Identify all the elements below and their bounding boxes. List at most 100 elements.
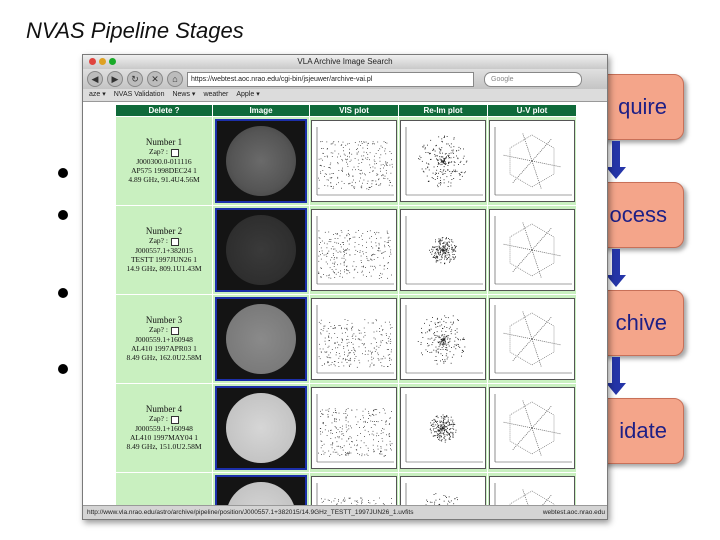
uv-plot-cell	[487, 472, 577, 506]
zap-row: Zap? :	[116, 325, 212, 335]
vis-plot[interactable]	[311, 120, 397, 202]
uv-plot-svg	[494, 127, 572, 196]
column-header: U-V plot	[487, 104, 577, 117]
uv-plot[interactable]	[489, 387, 575, 469]
zap-label: Zap? :	[149, 414, 168, 424]
reim-plot[interactable]	[400, 120, 486, 202]
observation: AL410 1997APR03 1	[131, 343, 197, 353]
uv-plot[interactable]	[489, 476, 575, 506]
search-box[interactable]: Google	[484, 71, 582, 87]
reim-plot-svg	[405, 216, 483, 285]
close-window-button[interactable]	[89, 58, 96, 65]
delete-cell: Number 1 Zap? : J000300.0-011116 AP575 1998…	[115, 116, 213, 206]
reim-plot[interactable]	[400, 298, 486, 380]
url-bar[interactable]: https://webtest.aoc.nrao.edu/cgi-bin/jsj…	[187, 71, 474, 87]
row-number: Number 3	[145, 315, 183, 326]
column-header: Image	[212, 104, 310, 117]
row-metadata: Number 2 Zap? : J000557.1+382015 TESTT 1997…	[116, 227, 212, 273]
zap-label: Zap? :	[149, 147, 168, 157]
uv-plot-svg	[494, 305, 572, 374]
zap-checkbox[interactable]	[170, 237, 179, 246]
reim-plot[interactable]	[400, 387, 486, 469]
delete-cell: Number 2 Zap? : J000557.1+382015 TESTT 1997…	[115, 205, 213, 295]
page-content: Delete ? Image VIS plot Re-Im plot U-V p…	[83, 102, 607, 506]
observation: AP575 1998DEC24 1	[131, 165, 197, 175]
minimize-window-button[interactable]	[99, 58, 106, 65]
stage-label: quire	[618, 94, 667, 119]
frequency: 4.89 GHz, 91.4U4.56M	[128, 174, 200, 184]
image-disk	[226, 482, 296, 506]
row-metadata: Number 1 Zap? : J000300.0-011116 AP575 1998…	[116, 138, 212, 184]
bookmark-item[interactable]: Apple ▾	[236, 89, 259, 101]
frequency: 8.49 GHz, 151.0U2.58M	[126, 441, 202, 451]
status-url: http://www.vla.nrao.edu/astro/archive/pi…	[87, 509, 414, 516]
uv-plot-cell	[487, 205, 577, 295]
reim-plot-svg	[405, 483, 458, 506]
home-button[interactable]: ⌂	[167, 71, 183, 87]
status-bar: http://www.vla.nrao.edu/astro/archive/pi…	[83, 505, 607, 519]
vis-plot-cell	[309, 472, 399, 506]
zap-checkbox[interactable]	[170, 148, 179, 157]
vis-plot-svg	[316, 483, 392, 506]
reim-plot-svg	[405, 127, 483, 196]
image-cell	[212, 116, 310, 206]
bullet	[58, 168, 68, 178]
zoom-window-button[interactable]	[109, 58, 116, 65]
table-row: Number 5Zap? :	[115, 472, 577, 506]
stage-label: chive	[615, 310, 667, 335]
uv-plot[interactable]	[489, 120, 575, 202]
vis-plot-svg	[316, 305, 394, 374]
vis-plot[interactable]	[311, 387, 397, 469]
image-thumbnail[interactable]	[215, 386, 307, 470]
zap-label: Zap? :	[149, 236, 168, 246]
vis-plot-svg	[316, 216, 394, 285]
browser-toolbar: ◀ ▶ ↻ ✕ ⌂ https://webtest.aoc.nrao.edu/c…	[83, 69, 607, 89]
reload-button[interactable]: ↻	[127, 71, 143, 87]
uv-plot[interactable]	[489, 298, 575, 380]
content-margin	[83, 102, 115, 506]
browser-titlebar: VLA Archive Image Search	[83, 55, 607, 69]
vis-plot-cell	[309, 383, 399, 473]
image-thumbnail[interactable]	[215, 119, 307, 203]
bookmark-item[interactable]: News ▾	[172, 89, 195, 101]
bullet	[58, 288, 68, 298]
browser-window: VLA Archive Image Search ◀ ▶ ↻ ✕ ⌂ https…	[82, 54, 608, 520]
image-thumbnail[interactable]	[215, 297, 307, 381]
source-name: J000559.1+160948	[135, 423, 193, 433]
image-thumbnail[interactable]	[215, 208, 307, 292]
uv-plot-cell	[487, 294, 577, 384]
bullet	[58, 210, 68, 220]
image-cell	[212, 294, 310, 384]
zap-checkbox[interactable]	[170, 415, 179, 424]
uv-plot[interactable]	[489, 209, 575, 291]
image-disk	[226, 393, 296, 463]
zap-row: Zap? :	[116, 236, 212, 246]
frequency: 8.49 GHz, 162.0U2.58M	[126, 352, 202, 362]
observation: TESTT 1997JUN26 1	[130, 254, 198, 264]
image-thumbnail[interactable]	[215, 475, 307, 506]
stage-label: idate	[619, 418, 667, 443]
vis-plot[interactable]	[311, 209, 397, 291]
zap-checkbox[interactable]	[170, 326, 179, 335]
source-name: J000557.1+382015	[135, 245, 193, 255]
bullet	[58, 364, 68, 374]
back-button[interactable]: ◀	[87, 71, 103, 87]
stop-button[interactable]: ✕	[147, 71, 163, 87]
bookmark-item[interactable]: aze ▾	[89, 89, 106, 101]
image-disk	[226, 304, 296, 374]
bookmarks-bar: aze ▾ NVAS Validation News ▾ weather App…	[83, 89, 607, 102]
source-name: J000559.1+160948	[135, 334, 193, 344]
reim-plot[interactable]	[400, 209, 486, 291]
window-title: VLA Archive Image Search	[297, 57, 393, 66]
reim-plot-cell	[398, 472, 488, 506]
image-cell	[212, 383, 310, 473]
bookmark-item[interactable]: NVAS Validation	[114, 89, 165, 101]
row-metadata: Number 4 Zap? : J000559.1+160948 AL410 1997…	[116, 405, 212, 451]
forward-button[interactable]: ▶	[107, 71, 123, 87]
reim-plot[interactable]	[400, 476, 486, 506]
vis-plot[interactable]	[311, 298, 397, 380]
table-row: Number 2 Zap? : J000557.1+382015 TESTT 1997…	[115, 205, 577, 295]
vis-plot[interactable]	[311, 476, 397, 506]
zap-row: Zap? :	[116, 147, 212, 157]
bookmark-item[interactable]: weather	[203, 89, 228, 101]
